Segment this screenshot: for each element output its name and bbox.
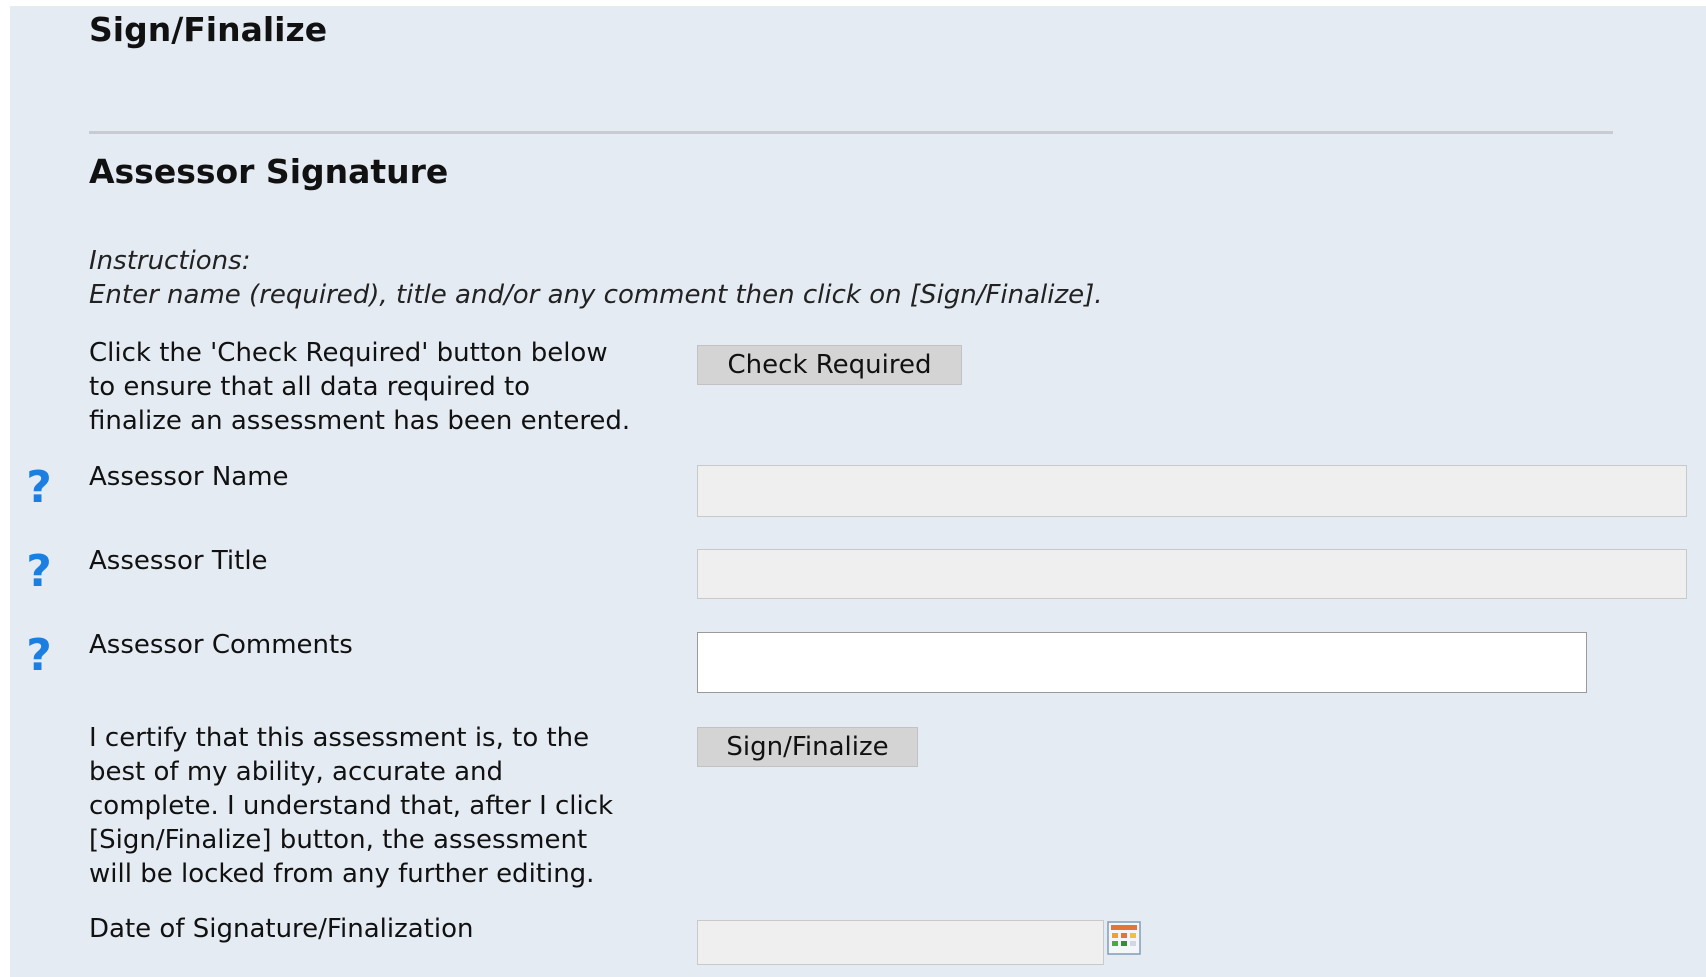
check-text-line: to ensure that all data required to bbox=[89, 372, 531, 402]
svg-text:?: ? bbox=[26, 632, 52, 676]
certify-text-line: will be locked from any further editing. bbox=[89, 859, 595, 889]
svg-text:?: ? bbox=[26, 548, 52, 592]
date-label: Date of Signature/Finalization bbox=[89, 914, 474, 944]
certify-statement: I certify that this assessment is, to th… bbox=[89, 721, 613, 891]
check-required-description: Click the 'Check Required' button below … bbox=[89, 336, 630, 438]
assessor-title-label: Assessor Title bbox=[89, 546, 268, 576]
certify-text-line: complete. I understand that, after I cli… bbox=[89, 791, 614, 821]
date-input[interactable] bbox=[697, 920, 1104, 965]
check-required-button[interactable]: Check Required bbox=[697, 345, 962, 385]
certify-text-line: I certify that this assessment is, to th… bbox=[89, 723, 590, 753]
help-question-icon[interactable]: ? bbox=[22, 464, 56, 508]
certify-text-line: [Sign/Finalize] button, the assessment bbox=[89, 825, 588, 855]
assessor-comments-label: Assessor Comments bbox=[89, 630, 353, 660]
check-text-line: Click the 'Check Required' button below bbox=[89, 338, 608, 368]
page-title: Sign/Finalize bbox=[89, 10, 328, 49]
help-question-icon[interactable]: ? bbox=[22, 548, 56, 592]
calendar-icon[interactable] bbox=[1107, 921, 1141, 955]
section-title: Assessor Signature bbox=[89, 152, 449, 191]
assessor-title-input[interactable] bbox=[697, 549, 1687, 599]
instructions-label: Instructions: bbox=[89, 246, 251, 276]
section-divider bbox=[89, 131, 1613, 134]
help-question-icon[interactable]: ? bbox=[22, 632, 56, 676]
assessor-comments-input[interactable] bbox=[697, 632, 1587, 693]
svg-text:?: ? bbox=[26, 464, 52, 508]
sign-finalize-button[interactable]: Sign/Finalize bbox=[697, 727, 918, 767]
check-text-line: finalize an assessment has been entered. bbox=[89, 406, 631, 436]
certify-text-line: best of my ability, accurate and bbox=[89, 757, 504, 787]
assessor-name-input[interactable] bbox=[697, 465, 1687, 517]
assessor-name-label: Assessor Name bbox=[89, 462, 289, 492]
instructions-text: Enter name (required), title and/or any … bbox=[89, 280, 1103, 310]
